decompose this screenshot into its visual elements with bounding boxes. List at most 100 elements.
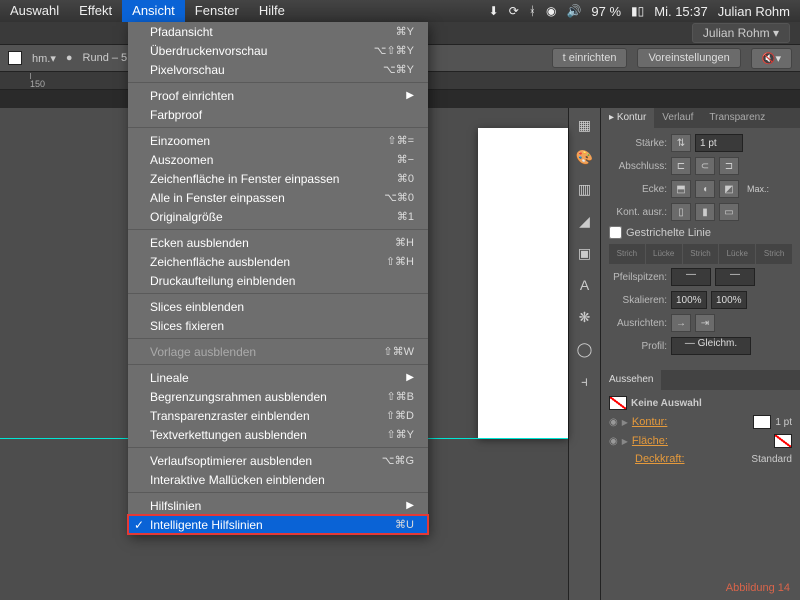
cap-projecting-icon[interactable]: ⊐: [719, 157, 739, 175]
bluetooth-icon[interactable]: ᚼ: [529, 4, 536, 18]
artboard[interactable]: [478, 128, 568, 438]
scale-start-input[interactable]: [671, 291, 707, 309]
cap-round-icon[interactable]: ⊂: [695, 157, 715, 175]
align-center-icon[interactable]: ▯: [671, 203, 691, 221]
opacity-row-label[interactable]: Deckkraft:: [635, 453, 685, 465]
check-icon: ✓: [134, 518, 144, 532]
shortcut-label: ⌘H: [395, 236, 414, 249]
dash-cell[interactable]: Strich: [683, 244, 719, 264]
symbols-icon[interactable]: ❋: [574, 306, 596, 328]
menu-item[interactable]: Hilfslinien▶: [128, 496, 428, 515]
mute-icon[interactable]: 🔇▾: [751, 48, 792, 69]
menu-separator: [128, 364, 428, 365]
menu-item-label: Ecken ausblenden: [150, 236, 249, 250]
menu-item-label: Vorlage ausblenden: [150, 345, 256, 359]
user-name[interactable]: Julian Rohm: [718, 4, 790, 19]
dash-cell[interactable]: Lücke: [719, 244, 755, 264]
menu-fenster[interactable]: Fenster: [185, 0, 249, 22]
disclosure-icon[interactable]: ▶: [622, 418, 628, 427]
tab-kontur[interactable]: ▸ Kontur: [601, 108, 654, 128]
menu-item[interactable]: ✓Intelligente Hilfslinien⌘U: [128, 515, 428, 534]
color-icon[interactable]: 🎨: [574, 146, 596, 168]
tab-verlauf[interactable]: Verlauf: [654, 108, 701, 128]
stroke-swatch[interactable]: [8, 51, 22, 65]
chevron-down-icon: ▾: [773, 26, 779, 40]
menu-item[interactable]: Transparenzraster einblenden⇧⌘D: [128, 406, 428, 425]
menu-item[interactable]: Slices fixieren: [128, 316, 428, 335]
menu-item[interactable]: Überdruckenvorschau⌥⇧⌘Y: [128, 41, 428, 60]
corner-round-icon[interactable]: ◖: [695, 180, 715, 198]
menu-item[interactable]: Pfadansicht⌘Y: [128, 22, 428, 41]
corner-miter-icon[interactable]: ⬒: [671, 180, 691, 198]
preferences-button[interactable]: Voreinstellungen: [637, 48, 740, 68]
sync-icon[interactable]: ⟳: [509, 4, 519, 18]
wifi-icon[interactable]: ◉: [546, 4, 556, 18]
menu-item-label: Pfadansicht: [150, 25, 213, 39]
align-end-icon[interactable]: ⇥: [695, 314, 715, 332]
menu-item[interactable]: Pixelvorschau⌥⌘Y: [128, 60, 428, 79]
menu-item[interactable]: Interaktive Mallücken einblenden: [128, 470, 428, 489]
align-tip-icon[interactable]: →: [671, 314, 691, 332]
align-outside-icon[interactable]: ▭: [719, 203, 739, 221]
dash-cell[interactable]: Strich: [756, 244, 792, 264]
scale-end-input[interactable]: [711, 291, 747, 309]
volume-icon[interactable]: 🔊: [566, 4, 581, 18]
brushes-icon[interactable]: ◢: [574, 210, 596, 232]
menu-item[interactable]: Verlaufsoptimierer ausblenden⌥⌘G: [128, 451, 428, 470]
stroke-swatch[interactable]: [753, 415, 771, 429]
setup-button[interactable]: t einrichten: [552, 48, 628, 68]
links-icon[interactable]: ◯: [574, 338, 596, 360]
menu-item[interactable]: Slices einblenden: [128, 297, 428, 316]
macos-menubar: Auswahl Effekt Ansicht Fenster Hilfe ⬇ ⟳…: [0, 0, 800, 22]
menu-hilfe[interactable]: Hilfe: [249, 0, 295, 22]
menu-item[interactable]: Begrenzungsrahmen ausblenden⇧⌘B: [128, 387, 428, 406]
menu-item[interactable]: Lineale▶: [128, 368, 428, 387]
tab-aussehen[interactable]: Aussehen: [601, 370, 661, 390]
menu-ansicht[interactable]: Ansicht: [122, 0, 185, 22]
cap-butt-icon[interactable]: ⊏: [671, 157, 691, 175]
menu-item[interactable]: Proof einrichten▶: [128, 86, 428, 105]
align-inside-icon[interactable]: ▮: [695, 203, 715, 221]
swatches-icon[interactable]: ▦: [574, 114, 596, 136]
type-icon[interactable]: A: [574, 274, 596, 296]
visibility-icon[interactable]: ◉: [609, 436, 618, 447]
corner-label: Ecke:: [609, 184, 667, 195]
menu-effekt[interactable]: Effekt: [69, 0, 122, 22]
dashed-checkbox[interactable]: [609, 226, 622, 239]
menu-item[interactable]: Zeichenfläche ausblenden⇧⌘H: [128, 252, 428, 271]
menu-item-label: Intelligente Hilfslinien: [150, 518, 263, 532]
visibility-icon[interactable]: ◉: [609, 417, 618, 428]
fill-row-label[interactable]: Fläche:: [632, 435, 668, 447]
menu-item[interactable]: Alle in Fenster einpassen⌥⌘0: [128, 188, 428, 207]
menu-item[interactable]: Druckaufteilung einblenden: [128, 271, 428, 290]
disclosure-icon[interactable]: ▶: [622, 437, 628, 446]
arrow-start[interactable]: —: [671, 268, 711, 286]
user-dropdown[interactable]: Julian Rohm ▾: [692, 23, 790, 43]
profile-dropdown[interactable]: — Gleichm.: [671, 337, 751, 355]
corner-bevel-icon[interactable]: ◩: [719, 180, 739, 198]
tab-transparenz[interactable]: Transparenz: [701, 108, 773, 128]
max-label: Max.:: [747, 184, 769, 194]
menu-item[interactable]: Farbproof: [128, 105, 428, 124]
brush-swatch[interactable]: ●: [66, 52, 73, 64]
menu-item[interactable]: Originalgröße⌘1: [128, 207, 428, 226]
stepper-icon[interactable]: ⇅: [671, 134, 691, 152]
align-icon[interactable]: ⫞: [574, 370, 596, 392]
artboards-icon[interactable]: ▣: [574, 242, 596, 264]
dash-cell[interactable]: Strich: [609, 244, 645, 264]
dash-cell[interactable]: Lücke: [646, 244, 682, 264]
menu-item[interactable]: Auszoomen⌘−: [128, 150, 428, 169]
menu-auswahl[interactable]: Auswahl: [0, 0, 69, 22]
menu-item[interactable]: Zeichenfläche in Fenster einpassen⌘0: [128, 169, 428, 188]
dropbox-icon[interactable]: ⬇: [489, 4, 499, 18]
weight-input[interactable]: [695, 134, 743, 152]
color-guide-icon[interactable]: ▥: [574, 178, 596, 200]
arrow-end[interactable]: —: [715, 268, 755, 286]
menu-item[interactable]: Einzoomen⇧⌘=: [128, 131, 428, 150]
shortcut-label: ⇧⌘H: [386, 255, 414, 268]
stroke-row-label[interactable]: Kontur:: [632, 416, 667, 428]
menu-item[interactable]: Ecken ausblenden ⌘H: [128, 233, 428, 252]
stroke-value: 1 pt: [775, 417, 792, 428]
fill-swatch[interactable]: [774, 434, 792, 448]
menu-item[interactable]: Textverkettungen ausblenden⇧⌘Y: [128, 425, 428, 444]
